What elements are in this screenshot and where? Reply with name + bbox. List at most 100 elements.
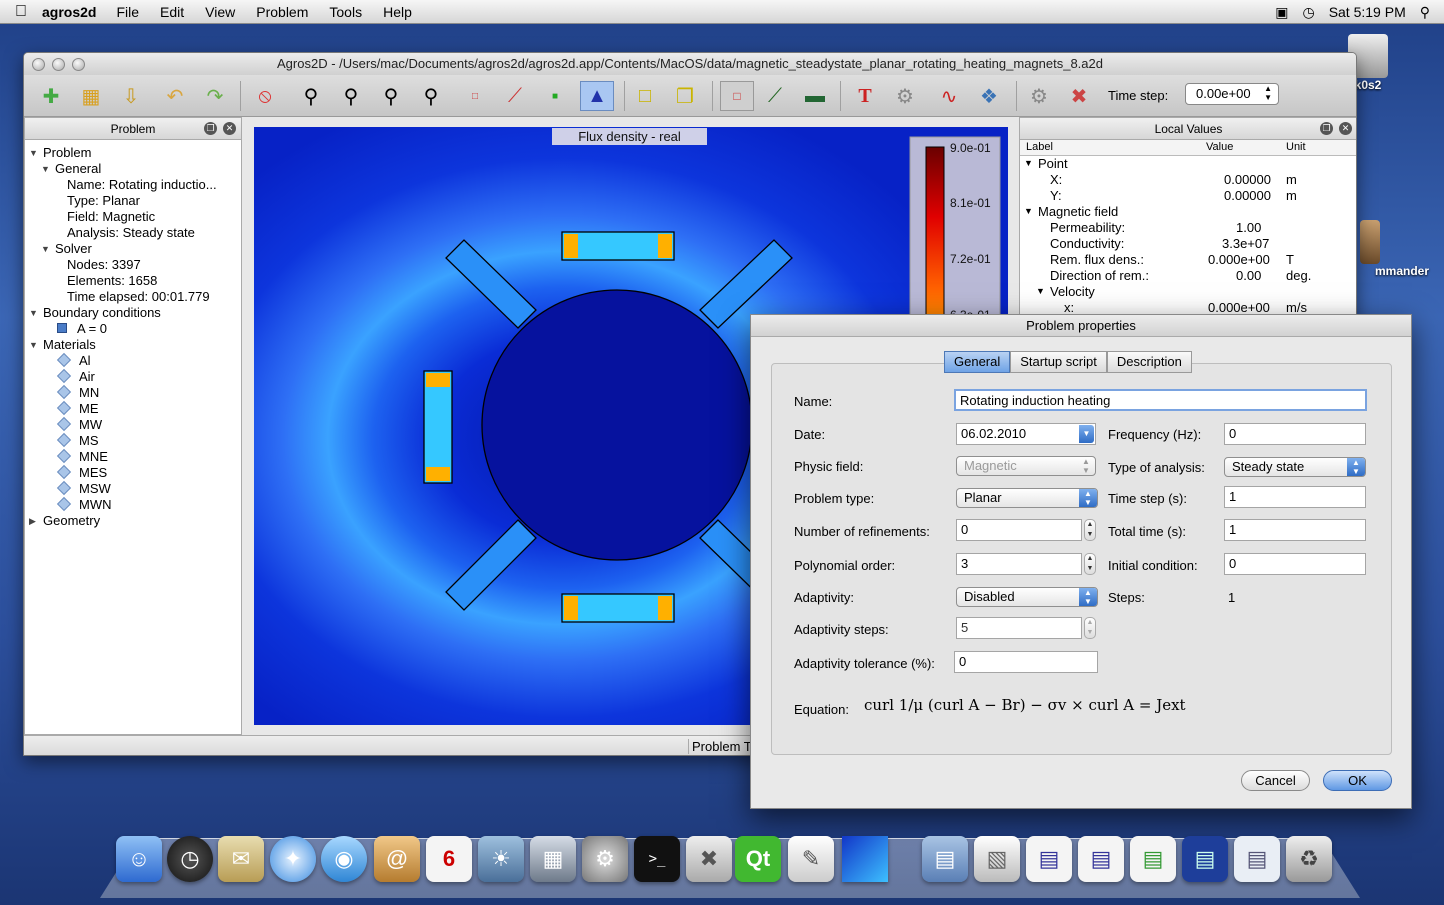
spotlight-icon[interactable]: ⚲ bbox=[1420, 4, 1430, 21]
menu-tools[interactable]: Tools bbox=[329, 4, 362, 20]
safari-icon[interactable]: ✦ bbox=[270, 836, 316, 882]
display-icon[interactable]: ▣ bbox=[1275, 4, 1288, 21]
ical-icon[interactable]: 6 bbox=[426, 836, 472, 882]
tree-item[interactable]: ME bbox=[25, 400, 241, 417]
tree-item[interactable]: MWN bbox=[25, 496, 241, 513]
expand-arrow-icon[interactable]: ▼ bbox=[29, 305, 38, 321]
tree-item[interactable]: MES bbox=[25, 464, 241, 481]
zoom-in-icon[interactable]: ⚲ bbox=[376, 81, 406, 111]
close-window-button[interactable] bbox=[32, 58, 45, 71]
local-values-row[interactable]: Rem. flux dens.: 0.000e+00 T bbox=[1020, 252, 1356, 268]
new-file-icon[interactable]: ✚ bbox=[36, 81, 66, 111]
save-icon[interactable]: ⇩ bbox=[116, 81, 146, 111]
downloads-icon[interactable]: ▧ bbox=[974, 836, 1020, 882]
time-machine-icon[interactable]: ◷ bbox=[1302, 4, 1314, 21]
local-values-row[interactable]: Permeability: 1.00 bbox=[1020, 220, 1356, 236]
minimize-window-button[interactable] bbox=[52, 58, 65, 71]
expand-arrow-icon[interactable]: ▼ bbox=[41, 241, 50, 257]
zoom-region-icon[interactable]: ⚲ bbox=[336, 81, 366, 111]
tab-description[interactable]: Description bbox=[1106, 351, 1192, 373]
window-thumbnail-icon[interactable]: ▤ bbox=[1182, 836, 1228, 882]
local-values-row[interactable]: ▼ Magnetic field bbox=[1020, 204, 1356, 220]
select-edge-icon[interactable]: ⟋ bbox=[760, 81, 790, 111]
finder-icon[interactable]: ☺ bbox=[116, 836, 162, 882]
apple-menu-icon[interactable]:  bbox=[0, 3, 42, 21]
expand-arrow-icon[interactable]: ▼ bbox=[29, 337, 38, 353]
copy-shapes-icon[interactable]: ❐ bbox=[670, 81, 700, 111]
window-thumbnail-icon[interactable]: ▤ bbox=[1026, 836, 1072, 882]
window-thumbnail-icon[interactable]: ▤ bbox=[1078, 836, 1124, 882]
tree-item[interactable]: MSW bbox=[25, 480, 241, 497]
tree-item[interactable]: MS bbox=[25, 432, 241, 449]
zoom-out-icon[interactable]: ⚲ bbox=[416, 81, 446, 111]
python-icon[interactable]: ❖ bbox=[974, 81, 1004, 111]
cancel-button[interactable]: Cancel bbox=[1241, 770, 1310, 791]
frequency-field[interactable]: 0 bbox=[1224, 423, 1366, 445]
tree-item[interactable]: Name: Rotating inductio... bbox=[25, 177, 241, 193]
xcode-icon[interactable]: ✖ bbox=[686, 836, 732, 882]
tree-item[interactable]: ▼ Solver bbox=[25, 241, 241, 257]
app-menu[interactable]: agros2d bbox=[42, 4, 96, 20]
tree-item[interactable]: Nodes: 3397 bbox=[25, 257, 241, 273]
dashboard-icon[interactable]: ◷ bbox=[167, 836, 213, 882]
trash-icon[interactable]: ♻ bbox=[1286, 836, 1332, 882]
menu-edit[interactable]: Edit bbox=[160, 4, 184, 20]
local-values-row[interactable]: Y: 0.00000 m bbox=[1020, 188, 1356, 204]
local-values-row[interactable]: Direction of rem.: 0.00 deg. bbox=[1020, 268, 1356, 284]
menu-file[interactable]: File bbox=[116, 4, 139, 20]
local-values-row[interactable]: X: 0.00000 m bbox=[1020, 172, 1356, 188]
tab-general[interactable]: General bbox=[944, 351, 1011, 373]
tree-item[interactable]: ▼ General bbox=[25, 161, 241, 177]
menu-view[interactable]: View bbox=[205, 4, 235, 20]
expand-arrow-icon[interactable]: ▼ bbox=[1024, 206, 1033, 216]
tree-item[interactable]: Air bbox=[25, 368, 241, 385]
chart-icon[interactable]: ∿ bbox=[934, 81, 964, 111]
label-icon[interactable]: ■ bbox=[540, 81, 570, 111]
tree-item[interactable]: Analysis: Steady state bbox=[25, 225, 241, 241]
options-gear-icon[interactable]: ⚙ bbox=[1024, 81, 1054, 111]
ok-button[interactable]: OK bbox=[1323, 770, 1392, 791]
local-values-row[interactable]: ▼ Point bbox=[1020, 156, 1356, 172]
edge-icon[interactable]: ⟋ bbox=[500, 81, 530, 111]
polynomial-order-stepper[interactable]: ▲ ▼ bbox=[1084, 553, 1096, 575]
rectangle-icon[interactable]: □ bbox=[630, 81, 660, 111]
clock[interactable]: Sat 5:19 PM bbox=[1329, 4, 1406, 20]
documents-folder-icon[interactable]: ▤ bbox=[922, 836, 968, 882]
agros2d-dock-icon[interactable] bbox=[842, 836, 888, 882]
tree-item[interactable]: Al bbox=[25, 352, 241, 369]
time-step-select[interactable]: 0.00e+00 ▲ ▼ bbox=[1185, 83, 1279, 105]
text-icon[interactable]: T bbox=[850, 81, 880, 111]
polynomial-order-field[interactable]: 3 bbox=[956, 553, 1082, 575]
tree-item[interactable]: MN bbox=[25, 384, 241, 401]
address-book-icon[interactable]: @ bbox=[374, 836, 420, 882]
column-header-unit[interactable]: Unit bbox=[1286, 141, 1306, 153]
tree-item[interactable]: Time elapsed: 00:01.779 bbox=[25, 289, 241, 305]
menu-help[interactable]: Help bbox=[383, 4, 412, 20]
tools-icon[interactable]: ✖ bbox=[1064, 81, 1094, 111]
date-picker-icon[interactable]: ▼ bbox=[1079, 425, 1094, 443]
window-thumbnail-icon[interactable]: ▤ bbox=[1130, 836, 1176, 882]
mesh-settings-icon[interactable]: ⚙ bbox=[890, 81, 920, 111]
refinements-stepper[interactable]: ▲ ▼ bbox=[1084, 519, 1096, 541]
select-label-icon[interactable]: ▬ bbox=[800, 81, 830, 111]
terminal-icon[interactable]: >_ bbox=[634, 836, 680, 882]
tree-item[interactable]: Type: Planar bbox=[25, 193, 241, 209]
float-panel-icon[interactable]: ❐ bbox=[204, 122, 217, 135]
select-node-icon[interactable]: □ bbox=[720, 81, 754, 111]
qt-creator-icon[interactable]: Qt bbox=[735, 836, 781, 882]
tree-item[interactable]: ▼ Boundary conditions bbox=[25, 305, 241, 321]
tree-item[interactable]: ▼ Problem bbox=[25, 145, 241, 161]
refinements-field[interactable]: 0 bbox=[956, 519, 1082, 541]
initial-condition-field[interactable]: 0 bbox=[1224, 553, 1366, 575]
time-step-field[interactable]: 1 bbox=[1224, 486, 1366, 508]
close-panel-icon[interactable]: ✕ bbox=[223, 122, 236, 135]
tree-item[interactable]: Elements: 1658 bbox=[25, 273, 241, 289]
name-field[interactable]: Rotating induction heating bbox=[954, 389, 1367, 411]
spaces-icon[interactable]: ▦ bbox=[530, 836, 576, 882]
expand-arrow-icon[interactable]: ▼ bbox=[29, 145, 38, 161]
local-values-row[interactable]: Conductivity: 3.3e+07 bbox=[1020, 236, 1356, 252]
expand-arrow-icon[interactable]: ▼ bbox=[41, 161, 50, 177]
ichat-icon[interactable]: ◉ bbox=[321, 836, 367, 882]
tree-item[interactable]: MNE bbox=[25, 448, 241, 465]
system-preferences-icon[interactable]: ⚙ bbox=[582, 836, 628, 882]
